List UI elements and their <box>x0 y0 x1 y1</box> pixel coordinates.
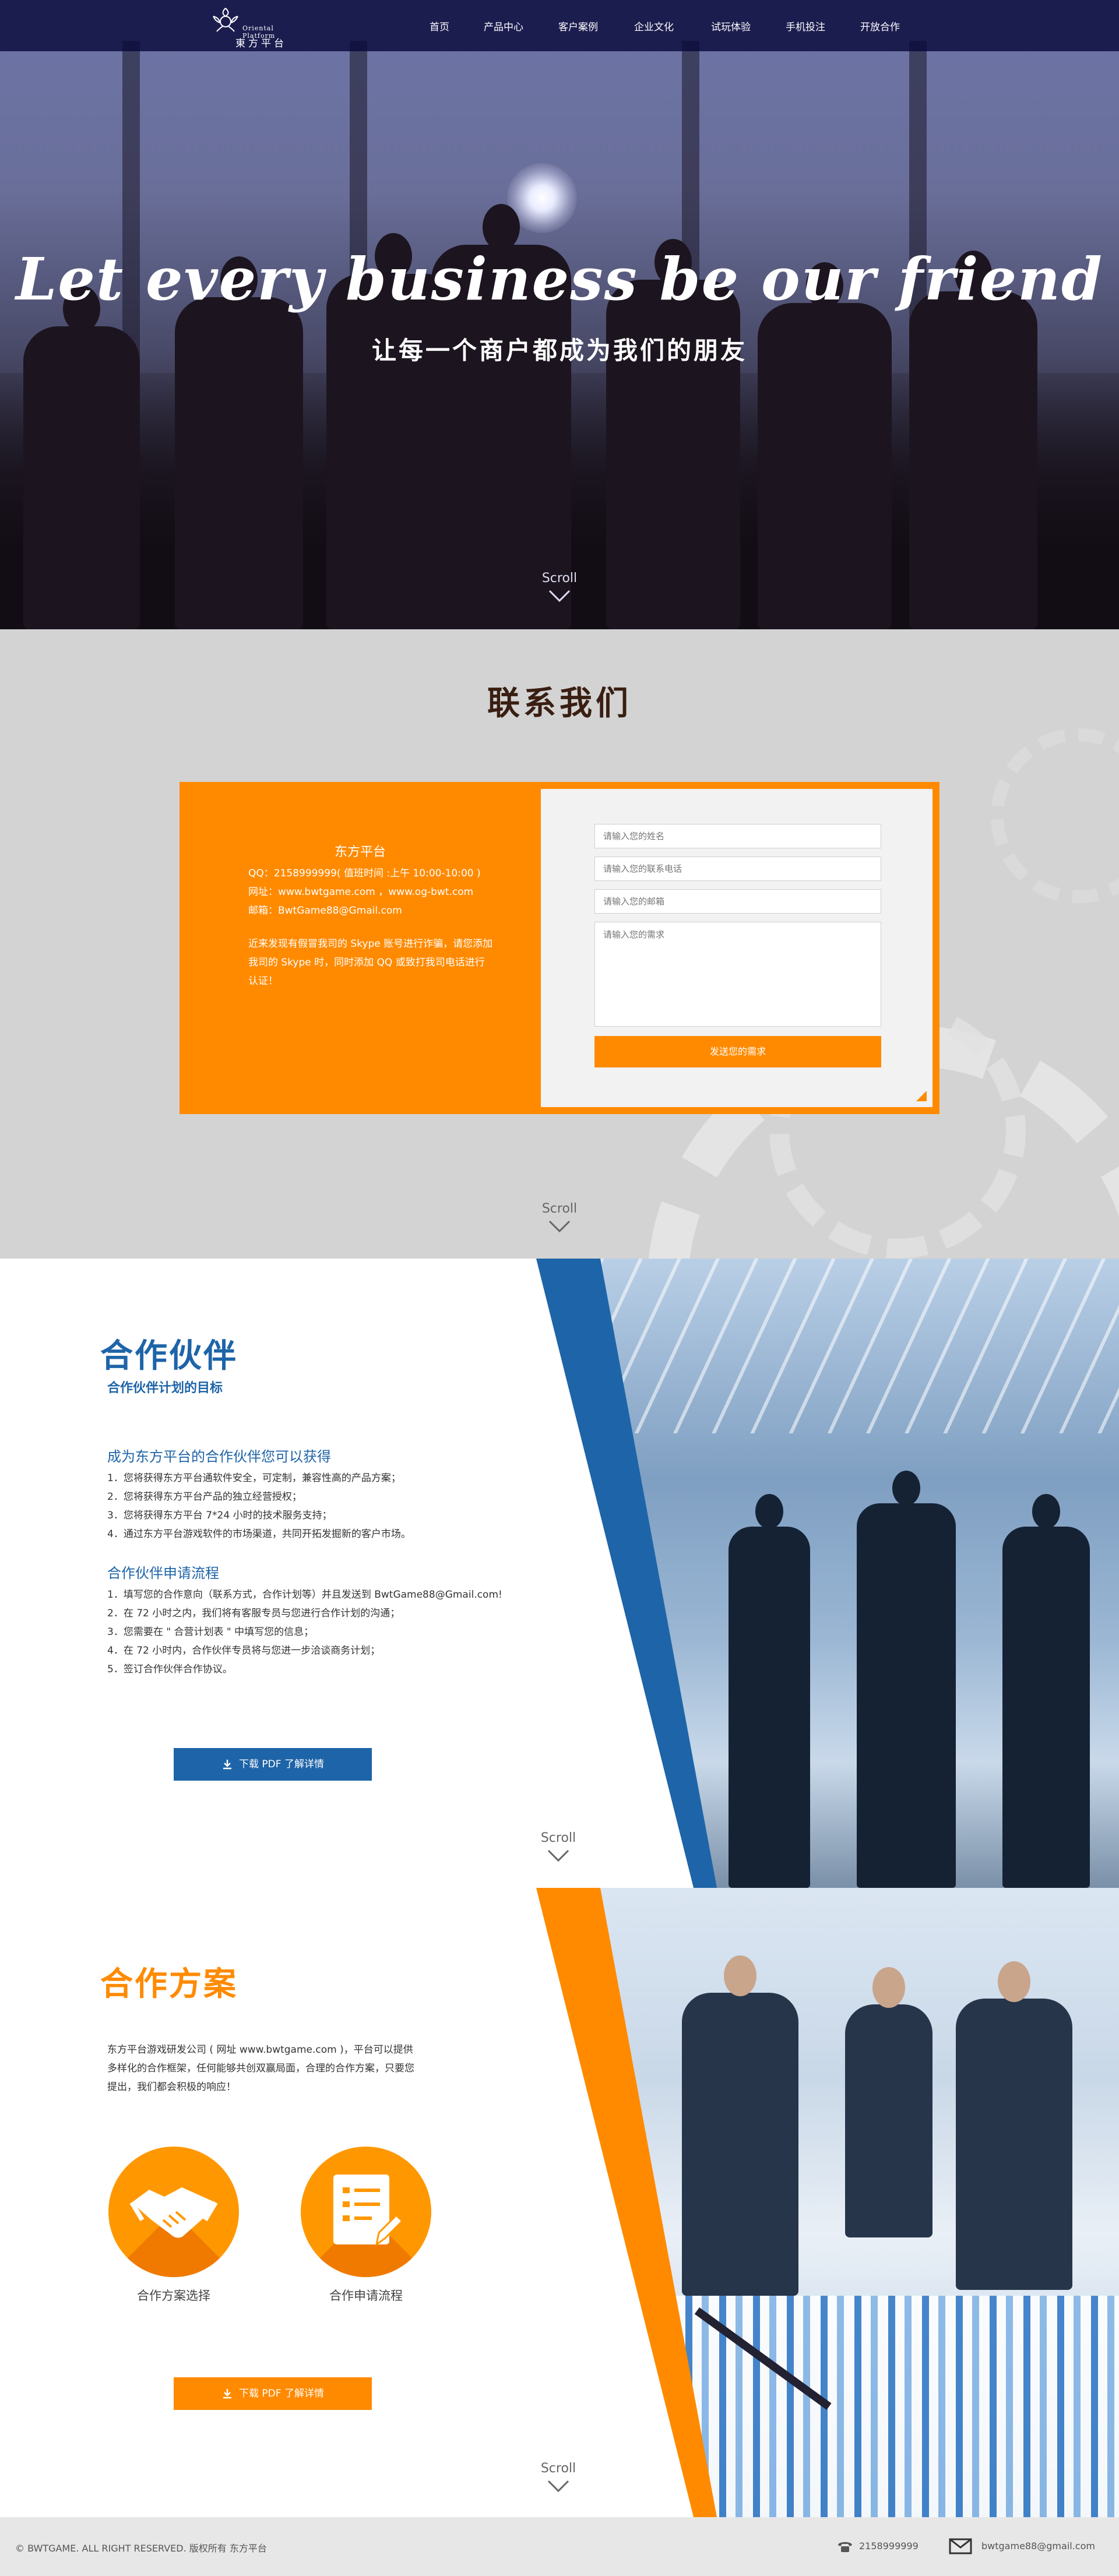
nav-cooperation[interactable]: 开放合作 <box>860 19 900 33</box>
phone-icon <box>838 2542 852 2552</box>
scroll-label: Scroll <box>541 571 578 586</box>
benefit-item: 3．您将获得东方平台 7*24 小时的技术服务支持； <box>107 1510 332 1521</box>
benefit-item: 1．您将获得东方平台通软件安全，可定制，兼容性高的产品方案； <box>107 1472 401 1484</box>
contact-card: 东方平台 QQ：2158999999( 值班时间 :上午 10:00-10:00… <box>180 782 939 1114</box>
partners-subtitle: 合作伙伴计划的目标 <box>107 1381 223 1396</box>
benefits-heading: 成为东方平台的合作伙伴您可以获得 <box>107 1449 331 1465</box>
plan-download-button[interactable]: 下载 PDF 了解详情 <box>174 2377 372 2410</box>
plan-choice-label: 合作方案选择 <box>137 2289 210 2303</box>
top-navigation: Oriental Platform 東方平台 首页 产品中心 客户案例 企业文化… <box>0 0 1119 51</box>
hero-subtitle: 让每一个商户都成为我们的朋友 <box>371 336 747 365</box>
chevron-down-icon <box>548 1220 571 1233</box>
contact-email[interactable]: 邮箱：BwtGame88@Gmail.com <box>248 902 402 917</box>
process-heading: 合作伙伴申请流程 <box>107 1565 219 1581</box>
send-button[interactable]: 发送您的需求 <box>594 1036 881 1067</box>
contact-qq: QQ：2158999999( 值班时间 :上午 10:00-10:00 ) <box>248 868 481 879</box>
scroll-label: Scroll <box>541 1201 578 1216</box>
footer-phone: 2158999999 <box>859 2540 919 2552</box>
scroll-label: Scroll <box>540 1831 576 1845</box>
nav-culture[interactable]: 企业文化 <box>634 19 674 33</box>
process-step: 2．在 72 小时之内，我们将有客服专员与您进行合作计划的沟通； <box>107 1608 400 1619</box>
plan-section: 合作方案 东方平台游戏研发公司 ( 网址 www.bwtgame.com )，平… <box>0 1888 1119 2517</box>
name-input[interactable] <box>594 824 881 848</box>
process-step: 5．签订合作伙伴合作协议。 <box>107 1664 233 1675</box>
nav-mobile-bet[interactable]: 手机投注 <box>786 19 825 33</box>
download-label: 下载 PDF 了解详情 <box>239 1759 324 1770</box>
chevron-down-icon <box>548 590 571 602</box>
page-footer: © BWTGAME. ALL RIGHT RESERVED. 版权所有 东方平台… <box>0 2517 1119 2576</box>
process-step: 4．在 72 小时内，合作伙伴专员将与您进一步洽谈商务计划； <box>107 1645 381 1657</box>
chevron-down-icon <box>547 1849 569 1862</box>
plan-title: 合作方案 <box>100 1965 238 2003</box>
contact-section: 联系我们 东方平台 QQ：2158999999( 值班时间 :上午 10:00-… <box>0 629 1119 1259</box>
scroll-indicator[interactable]: Scroll <box>525 1201 594 1234</box>
company-name: 东方平台 <box>334 845 386 859</box>
process-step: 3．您需要在 " 合营计划表 " 中填写您的信息； <box>107 1626 314 1638</box>
casino-chip-graphic <box>991 728 1119 903</box>
mail-icon <box>949 2538 972 2554</box>
fraud-warning: 近来发现有假冒我司的 Skype 账号进行诈骗，请您添加我司的 Skype 时，… <box>248 938 493 987</box>
email-input[interactable] <box>594 889 881 914</box>
nav-cases[interactable]: 客户案例 <box>558 19 598 33</box>
application-process-label: 合作申请流程 <box>329 2289 403 2303</box>
plan-choice-card[interactable] <box>108 2147 239 2277</box>
scroll-indicator[interactable]: Scroll <box>525 571 594 603</box>
process-step: 1．填写您的合作意向（联系方式，合作计划等）并且发送到 BwtGame88@Gm… <box>107 1589 502 1601</box>
brand-logo[interactable]: Oriental Platform 東方平台 <box>210 5 303 50</box>
form-pencil-icon <box>333 2175 403 2247</box>
chevron-down-icon <box>547 2480 569 2493</box>
contact-info: 东方平台 QQ：2158999999( 值班时间 :上午 10:00-10:00… <box>180 782 541 1114</box>
partners-download-button[interactable]: 下载 PDF 了解详情 <box>174 1748 372 1781</box>
scroll-indicator[interactable]: Scroll <box>523 1831 593 1863</box>
plan-description: 东方平台游戏研发公司 ( 网址 www.bwtgame.com )，平台可以提供… <box>107 2044 414 2093</box>
nav-home[interactable]: 首页 <box>430 19 449 33</box>
handshake-icon <box>129 2187 218 2238</box>
message-textarea[interactable] <box>594 922 881 1027</box>
footer-email[interactable]: bwtgame88@gmail.com <box>981 2540 1095 2552</box>
scroll-label: Scroll <box>540 2461 576 2476</box>
silhouette <box>23 286 140 629</box>
hero-banner: Oriental Platform 東方平台 首页 产品中心 客户案例 企业文化… <box>0 0 1119 629</box>
benefit-item: 2．您将获得东方平台产品的独立经营授权； <box>107 1491 302 1503</box>
benefit-item: 4．通过东方平台游戏软件的市场渠道，共同开拓发掘新的客户市场。 <box>107 1528 411 1540</box>
hero-title: Let every business be our friend <box>16 245 1103 313</box>
resize-handle-icon <box>916 1091 927 1101</box>
application-process-card[interactable] <box>301 2147 431 2277</box>
nav-demo[interactable]: 试玩体验 <box>711 19 751 33</box>
download-label: 下载 PDF 了解详情 <box>239 2388 324 2399</box>
contact-website[interactable]: 网址：www.bwtgame.com ，www.og-bwt.com <box>248 883 473 898</box>
copyright-text: © BWTGAME. ALL RIGHT RESERVED. 版权所有 东方平台 <box>15 2543 267 2554</box>
nav-products[interactable]: 产品中心 <box>484 19 523 33</box>
sun-logo-icon <box>213 8 238 32</box>
contact-title: 联系我们 <box>487 685 632 723</box>
phone-input[interactable] <box>594 857 881 881</box>
contact-form: 发送您的需求 <box>541 789 932 1107</box>
partners-title: 合作伙伴 <box>100 1337 238 1375</box>
scroll-indicator[interactable]: Scroll <box>523 2461 593 2493</box>
logo-chinese-text: 東方平台 <box>235 38 287 50</box>
download-icon <box>223 1760 232 1770</box>
partners-section: 合作伙伴 合作伙伴计划的目标 成为东方平台的合作伙伴您可以获得 1．您将获得东方… <box>0 1259 1119 1888</box>
download-icon <box>223 2389 232 2399</box>
